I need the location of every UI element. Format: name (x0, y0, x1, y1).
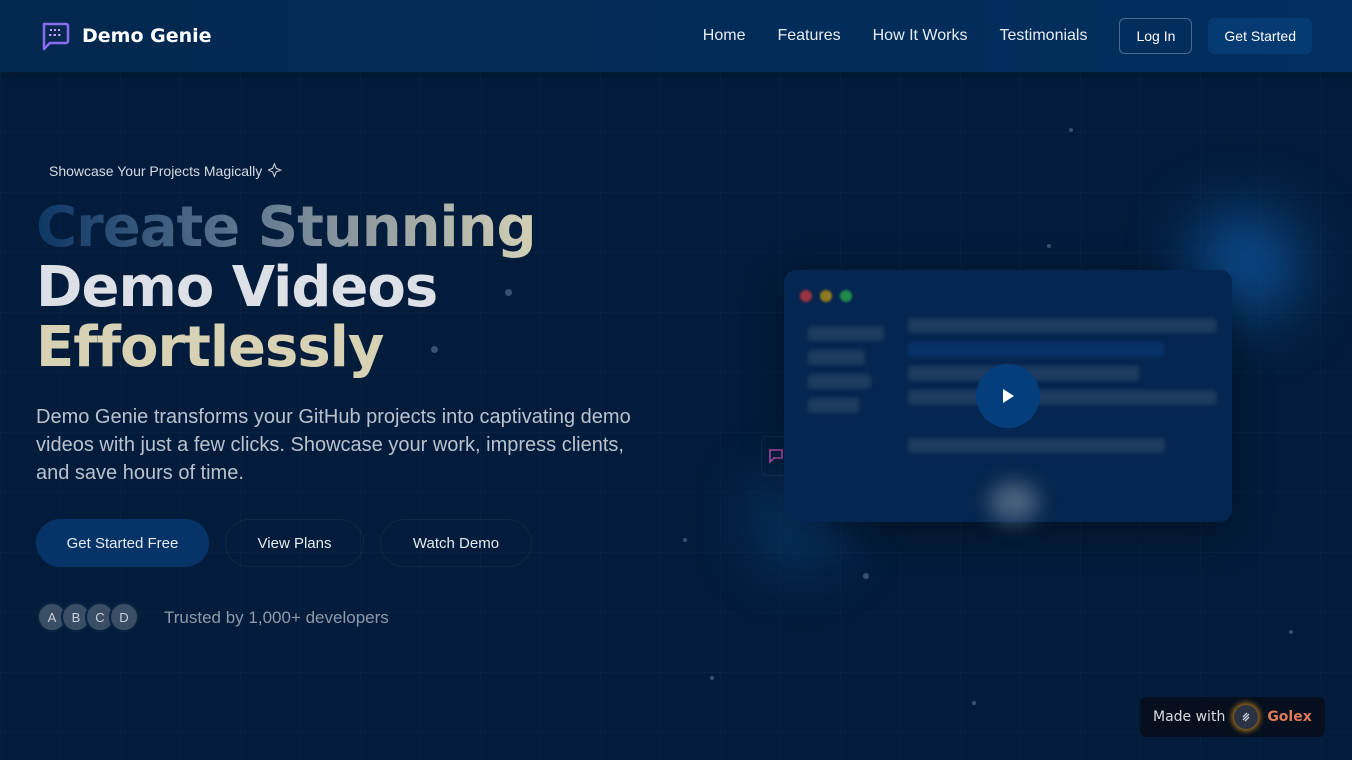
sparkle-icon (268, 163, 283, 178)
watch-demo-button[interactable]: Watch Demo (380, 519, 532, 567)
badge-text: Showcase Your Projects Magically (49, 163, 263, 179)
chat-bubble-icon (42, 22, 70, 51)
hero-description: Demo Genie transforms your GitHub projec… (36, 406, 631, 484)
hero-title: Create Stunning Demo Videos Effortlessly (36, 198, 541, 378)
star (1069, 128, 1073, 132)
skeleton-bar (808, 326, 884, 341)
demo-video-preview[interactable] (784, 270, 1232, 522)
navbar: Demo Genie Home Features How It Works Te… (0, 0, 1352, 72)
get-started-button[interactable]: Get Started (1208, 18, 1312, 54)
play-button[interactable] (976, 364, 1040, 428)
star (710, 676, 714, 680)
skeleton-bar (908, 342, 1164, 357)
star (972, 701, 976, 705)
golex-brand: Golex (1267, 709, 1312, 725)
window-close-dot (800, 290, 812, 302)
skeleton-bar (908, 438, 1165, 453)
star (863, 573, 869, 579)
window-minimize-dot (820, 290, 832, 302)
hero-badge: Showcase Your Projects Magically (49, 163, 284, 179)
brand-logo[interactable]: Demo Genie (40, 21, 212, 51)
star (683, 538, 687, 542)
title-line-1: Create Stunning (36, 198, 541, 258)
avatar: D (109, 602, 139, 632)
title-line-3: Effortlessly (36, 315, 384, 380)
get-started-free-button[interactable]: Get Started Free (36, 519, 209, 567)
login-button[interactable]: Log In (1119, 18, 1193, 54)
star (1289, 630, 1293, 634)
window-maximize-dot (840, 290, 852, 302)
golex-logo-icon (1234, 705, 1259, 729)
nav-testimonials[interactable]: Testimonials (999, 27, 1087, 45)
view-plans-button[interactable]: View Plans (225, 519, 364, 567)
nav-home[interactable]: Home (703, 27, 746, 45)
skeleton-bar (808, 398, 859, 413)
made-with-golex-badge[interactable]: Made with Golex (1140, 697, 1325, 737)
nav-features[interactable]: Features (777, 27, 840, 45)
skeleton-bar (908, 318, 1216, 333)
play-icon (1003, 389, 1014, 403)
main-nav: Home Features How It Works Testimonials … (703, 18, 1312, 54)
brand-name: Demo Genie (82, 25, 212, 47)
skeleton-bar (808, 350, 865, 365)
nav-how-it-works[interactable]: How It Works (873, 27, 968, 45)
glow (989, 482, 1039, 522)
trust-text: Trusted by 1,000+ developers (164, 608, 389, 627)
star (1047, 244, 1051, 248)
avatar-group: A B C D (37, 602, 139, 632)
skeleton-bar (808, 374, 871, 389)
skeleton-bar (908, 390, 1216, 405)
made-with-text: Made with (1153, 709, 1226, 725)
title-line-2: Demo Videos (36, 255, 438, 320)
